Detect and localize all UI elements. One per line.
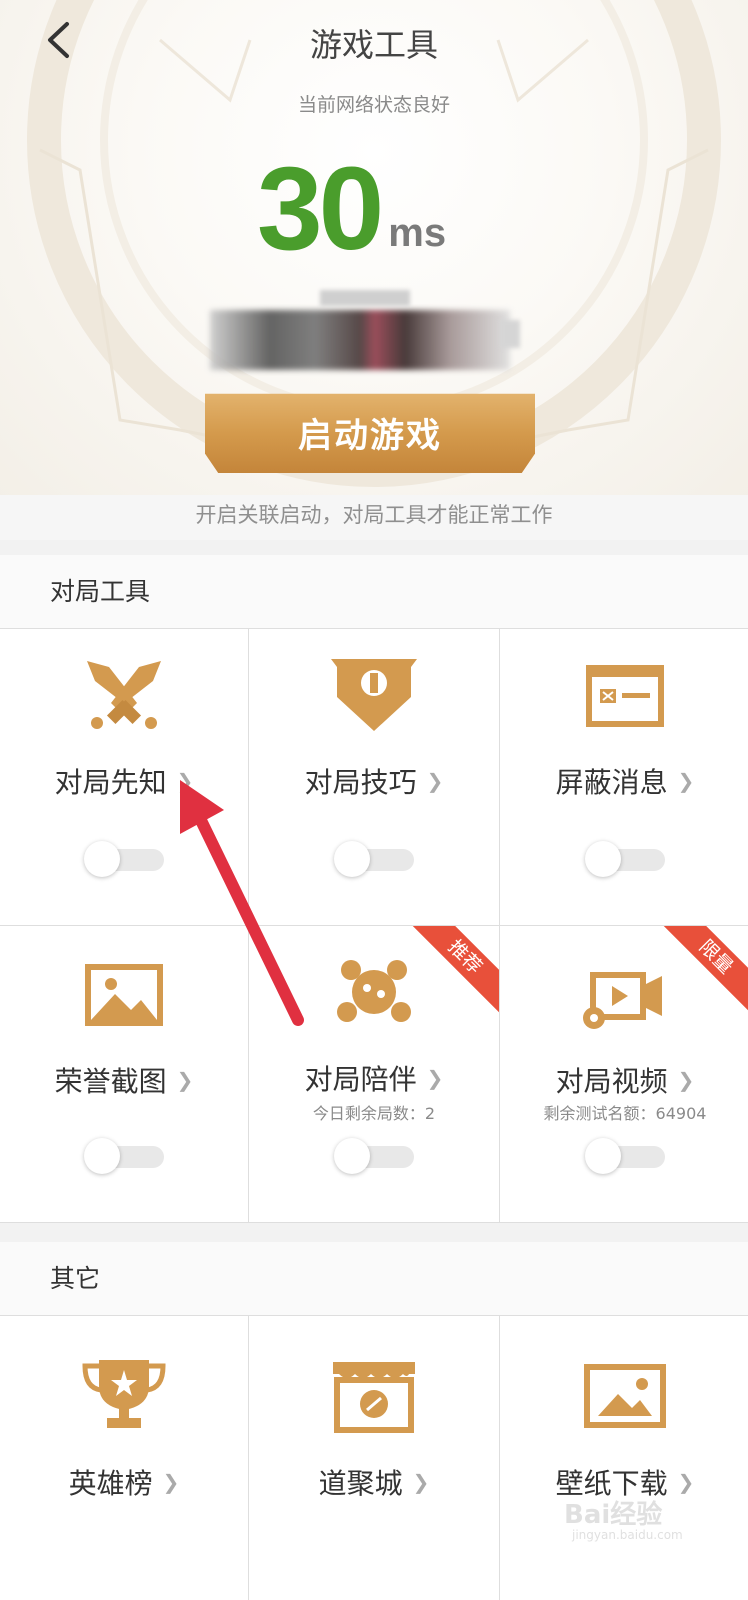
picture-icon xyxy=(85,964,163,1026)
chevron-right-icon: ❯ xyxy=(176,769,194,793)
chevron-right-icon: ❯ xyxy=(176,1068,194,1092)
latency-unit: ms xyxy=(388,211,447,255)
shop-icon xyxy=(333,1362,415,1433)
toggle-switch[interactable] xyxy=(84,841,164,877)
section-title-other: 其它 xyxy=(0,1242,748,1316)
page-title: 游戏工具 xyxy=(309,26,438,64)
tool-label: 对局陪伴 ❯ xyxy=(304,1063,444,1096)
tool-block-messages[interactable]: 屏蔽消息 ❯ xyxy=(500,629,748,925)
tool-label: 对局技巧 ❯ xyxy=(304,766,444,799)
tool-label: 道聚城 ❯ xyxy=(318,1467,430,1500)
toggle-switch[interactable] xyxy=(334,1138,414,1174)
remaining-quota-text: 剩余测试名额：64904 xyxy=(543,1104,707,1123)
blurred-account-info xyxy=(210,290,540,380)
toggle-switch[interactable] xyxy=(585,841,665,877)
companion-icon xyxy=(337,960,411,1022)
toggle-switch[interactable] xyxy=(84,1138,164,1174)
tool-match-insight[interactable]: 对局先知 ❯ xyxy=(0,629,248,925)
chevron-right-icon: ❯ xyxy=(162,1470,180,1494)
tool-label: 屏蔽消息 ❯ xyxy=(555,766,695,799)
banner-shield-icon xyxy=(331,659,417,731)
chevron-right-icon: ❯ xyxy=(426,1066,444,1090)
tool-label: 对局先知 ❯ xyxy=(54,766,194,799)
tool-label: 对局视频 ❯ xyxy=(555,1065,695,1098)
remaining-matches-text: 今日剩余局数：2 xyxy=(312,1104,436,1123)
latency-readout: 30 ms xyxy=(257,138,446,268)
network-status: 当前网络状态良好 xyxy=(297,94,450,116)
other-daojucheng[interactable]: 道聚城 ❯ xyxy=(249,1316,499,1600)
start-game-label: 启动游戏 xyxy=(298,415,442,456)
other-hero-ranking[interactable]: 英雄榜 ❯ xyxy=(0,1316,248,1600)
video-camera-icon xyxy=(583,972,662,1029)
tool-match-companion[interactable]: 对局陪伴 ❯ 今日剩余局数：2 推荐 xyxy=(249,926,499,1222)
start-game-button[interactable]: 启动游戏 xyxy=(205,393,535,473)
match-tools-grid: 对局先知 ❯ 对局技巧 ❯ 屏蔽消息 ❯ 荣誉截图 ❯ 对局陪伴 ❯ 今日剩余局… xyxy=(0,628,748,1223)
tool-match-video[interactable]: 对局视频 ❯ 剩余测试名额：64904 限量 xyxy=(500,926,748,1222)
message-card-icon xyxy=(586,665,664,727)
toggle-switch[interactable] xyxy=(585,1138,665,1174)
hero-panel: 游戏工具 当前网络状态良好 30 ms 启动游戏 xyxy=(0,0,748,505)
crossed-swords-icon xyxy=(87,661,161,729)
tool-match-tips[interactable]: 对局技巧 ❯ xyxy=(249,629,499,925)
other-wallpaper-download[interactable]: 壁纸下载 ❯ xyxy=(500,1316,748,1600)
section-title-match-tools: 对局工具 xyxy=(0,555,748,629)
baidu-jingyan-watermark: Bai经验 jingyan.baidu.com xyxy=(564,1500,683,1542)
recommended-ribbon: 推荐 xyxy=(409,926,499,1016)
wallpaper-icon xyxy=(584,1364,666,1428)
tool-label: 英雄榜 ❯ xyxy=(68,1467,180,1500)
launch-hint: 开启关联启动，对局工具才能正常工作 xyxy=(0,495,748,540)
other-grid: 英雄榜 ❯ 道聚城 ❯ 壁纸下载 ❯ xyxy=(0,1315,748,1600)
toggle-switch[interactable] xyxy=(334,841,414,877)
tool-honor-screenshot[interactable]: 荣誉截图 ❯ xyxy=(0,926,248,1222)
chevron-right-icon: ❯ xyxy=(412,1470,430,1494)
latency-value: 30 xyxy=(257,143,384,275)
chevron-right-icon: ❯ xyxy=(677,769,695,793)
chevron-right-icon: ❯ xyxy=(426,769,444,793)
trophy-icon xyxy=(82,1360,166,1428)
tool-label: 荣誉截图 ❯ xyxy=(54,1065,194,1098)
chevron-right-icon: ❯ xyxy=(677,1068,695,1092)
limited-ribbon: 限量 xyxy=(660,926,748,1016)
